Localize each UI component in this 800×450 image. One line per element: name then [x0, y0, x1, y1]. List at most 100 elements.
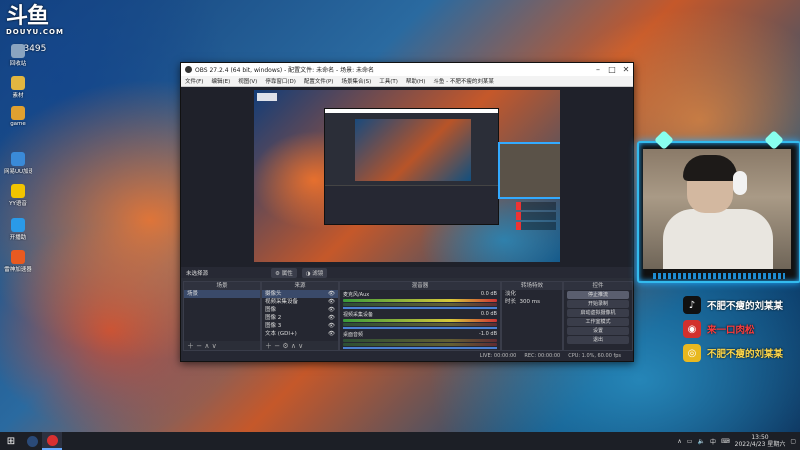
source-item[interactable]: 图像 3 👁 — [262, 322, 338, 330]
network-icon[interactable]: ▭ — [687, 438, 693, 445]
control-button[interactable]: 退出 — [567, 336, 629, 344]
control-button[interactable]: 工作室模式 — [567, 318, 629, 326]
obs-window-title: OBS 27.2.4 (64 bit, windows) - 配置文件: 未命名… — [195, 67, 375, 74]
menu-item[interactable]: 帮助(H) — [406, 77, 425, 85]
volume-meter — [343, 299, 497, 302]
desktop-icon[interactable]: YY语音 — [4, 184, 32, 207]
desktop-icon[interactable]: 回收站 — [4, 44, 32, 67]
social-entry: ◉ 来一口肉松 — [683, 320, 800, 338]
volume-meter — [343, 303, 497, 306]
transition-duration[interactable]: 时长 300 ms — [502, 298, 562, 306]
obs-taskbar-icon[interactable] — [42, 432, 62, 450]
visibility-eye-icon[interactable]: 👁 — [328, 330, 335, 338]
notification-icon[interactable]: ▢ — [790, 438, 796, 445]
obs-preview-area[interactable] — [181, 87, 633, 267]
filters-button[interactable]: ◑ 滤镜 — [301, 267, 328, 278]
maximize-icon[interactable]: □ — [605, 65, 619, 74]
properties-button[interactable]: ⚙ 属性 — [271, 267, 297, 278]
rec-status: REC: 00:00:00 — [524, 353, 561, 359]
control-button[interactable]: 开始录制 — [567, 300, 629, 308]
preview-canvas[interactable] — [254, 90, 560, 262]
mixer-dock: 混音器 麦克风/Aux 0.0 dB 视频采集设备 0.0 dB 桌面音频 -1.0 dB — [339, 281, 501, 351]
visibility-eye-icon[interactable]: 👁 — [328, 306, 335, 314]
desktop-icon[interactable]: 开播助 — [4, 218, 32, 241]
menu-item[interactable]: 场景集合(S) — [341, 77, 371, 85]
app-icon — [11, 184, 25, 198]
source-item[interactable]: 摄像头 👁 — [262, 290, 338, 298]
menu-item[interactable]: 配置文件(P) — [304, 77, 334, 85]
minimize-icon[interactable]: – — [591, 65, 605, 74]
source-label: 文本 (GDI+) — [265, 331, 297, 337]
control-button[interactable]: 设置 — [567, 327, 629, 335]
obs-menubar: 文件(F) 编辑(E) 视图(V) 停靠窗口(D) 配置文件(P) 场景集合(S) 工具(T… — [181, 76, 633, 87]
control-button[interactable]: 停止推流 — [567, 291, 629, 299]
keyboard-icon[interactable]: ⌨ — [721, 438, 730, 445]
volume-meter — [343, 343, 497, 346]
person-hair — [683, 155, 737, 181]
duration-label: 时长 — [505, 299, 517, 305]
webcam-feed — [643, 149, 791, 269]
social-entry: ♪ 不肥不瘦的刘某某 — [683, 296, 800, 314]
volume-fader[interactable] — [343, 307, 497, 309]
source-item[interactable]: 图像 2 👁 — [262, 314, 338, 322]
source-item[interactable]: 视频采集设备 👁 — [262, 298, 338, 306]
source-item[interactable]: 文本 (GDI+) 👁 — [262, 330, 338, 338]
social-handle: 不肥不瘦的刘某某 — [707, 349, 784, 360]
desktop-icon-label: 网易UU加速器 — [4, 169, 32, 175]
douyu-logo-sub: DOUYU.COM — [6, 28, 64, 36]
transition-select[interactable]: 淡化 — [502, 290, 562, 298]
frame-led-strip — [653, 273, 785, 279]
volume-fader[interactable] — [343, 347, 497, 349]
mixer-channel: 桌面音频 -1.0 dB — [340, 330, 500, 350]
steam-taskbar-icon[interactable] — [22, 432, 42, 450]
menu-item[interactable]: 视图(V) — [238, 77, 257, 85]
visibility-eye-icon[interactable]: 👁 — [328, 298, 335, 306]
close-icon[interactable]: ✕ — [619, 65, 633, 74]
source-item[interactable]: 图像 👁 — [262, 306, 338, 314]
menu-item[interactable]: 工具(T) — [379, 77, 398, 85]
scenes-dock-footer[interactable]: ＋ − ∧ ∨ — [184, 341, 260, 350]
scenes-dock-title: 场景 — [184, 282, 260, 290]
visibility-eye-icon[interactable]: 👁 — [328, 314, 335, 322]
obs-window[interactable]: OBS 27.2.4 (64 bit, windows) - 配置文件: 未命名… — [180, 62, 634, 362]
cpu-status: CPU: 1.0%, 60.00 fps — [568, 353, 621, 359]
channel-db: 0.0 dB — [480, 291, 497, 297]
social-handle: 不肥不瘦的刘某某 — [707, 301, 784, 312]
desktop-icon-label: 开播助 — [9, 235, 27, 241]
menu-item[interactable]: 编辑(E) — [211, 77, 230, 85]
ime-indicator[interactable]: 中 — [710, 437, 716, 446]
windows-start-icon[interactable]: ⊞ — [0, 436, 22, 447]
source-label: 图像 — [265, 307, 277, 313]
menu-item[interactable]: 斗鱼 - 不肥不瘦的刘某某 — [433, 77, 493, 85]
volume-fader[interactable] — [343, 327, 497, 329]
obs-docks: 场景 场景 ＋ − ∧ ∨ 来源 摄像头 👁 视频采集设备 👁 图像 👁 图像 2 👁… — [181, 279, 633, 351]
desktop-icon-label: 雷神加速器 — [4, 267, 32, 273]
clock[interactable]: 13:50 2022/4/23 星期六 — [735, 434, 786, 448]
channel-name: 麦克风/Aux — [343, 292, 370, 298]
menu-item[interactable]: 停靠窗口(D) — [265, 77, 296, 85]
mixer-channel: 麦克风/Aux 0.0 dB — [340, 290, 500, 310]
desktop-icon[interactable]: 网易UU加速器 — [4, 152, 32, 175]
visibility-eye-icon[interactable]: 👁 — [328, 290, 335, 298]
control-button[interactable]: 启动虚拟摄像机 — [567, 309, 629, 317]
douyu-logo-mark: 斗鱼 — [6, 4, 49, 29]
visibility-eye-icon[interactable]: 👁 — [328, 322, 335, 330]
clock-date: 2022/4/23 星期六 — [734, 441, 786, 448]
live-status: LIVE: 00:00:00 — [479, 353, 517, 359]
menu-item[interactable]: 文件(F) — [185, 77, 203, 85]
sources-dock-footer[interactable]: ＋ − ⚙ ∧ ∨ — [262, 341, 338, 350]
obs-titlebar[interactable]: OBS 27.2.4 (64 bit, windows) - 配置文件: 未命名… — [181, 63, 633, 76]
properties-label: 属性 — [281, 270, 293, 277]
webcam-overlay — [637, 130, 800, 283]
tiktok-icon: ♪ — [683, 296, 701, 314]
desktop-icon[interactable]: 素材 — [4, 76, 32, 99]
scene-item[interactable]: 场景 — [184, 290, 260, 298]
desktop-icon-label: game — [10, 121, 26, 127]
desktop-icon[interactable]: game — [4, 106, 32, 127]
source-label: 视频采集设备 — [265, 299, 299, 305]
volume-icon[interactable]: 🔈 — [697, 438, 704, 445]
source-label: 图像 2 — [265, 315, 282, 321]
volume-meter — [343, 319, 497, 322]
desktop-icon[interactable]: 雷神加速器 — [4, 250, 32, 273]
tray-chevron-icon[interactable]: ∧ — [677, 438, 681, 445]
